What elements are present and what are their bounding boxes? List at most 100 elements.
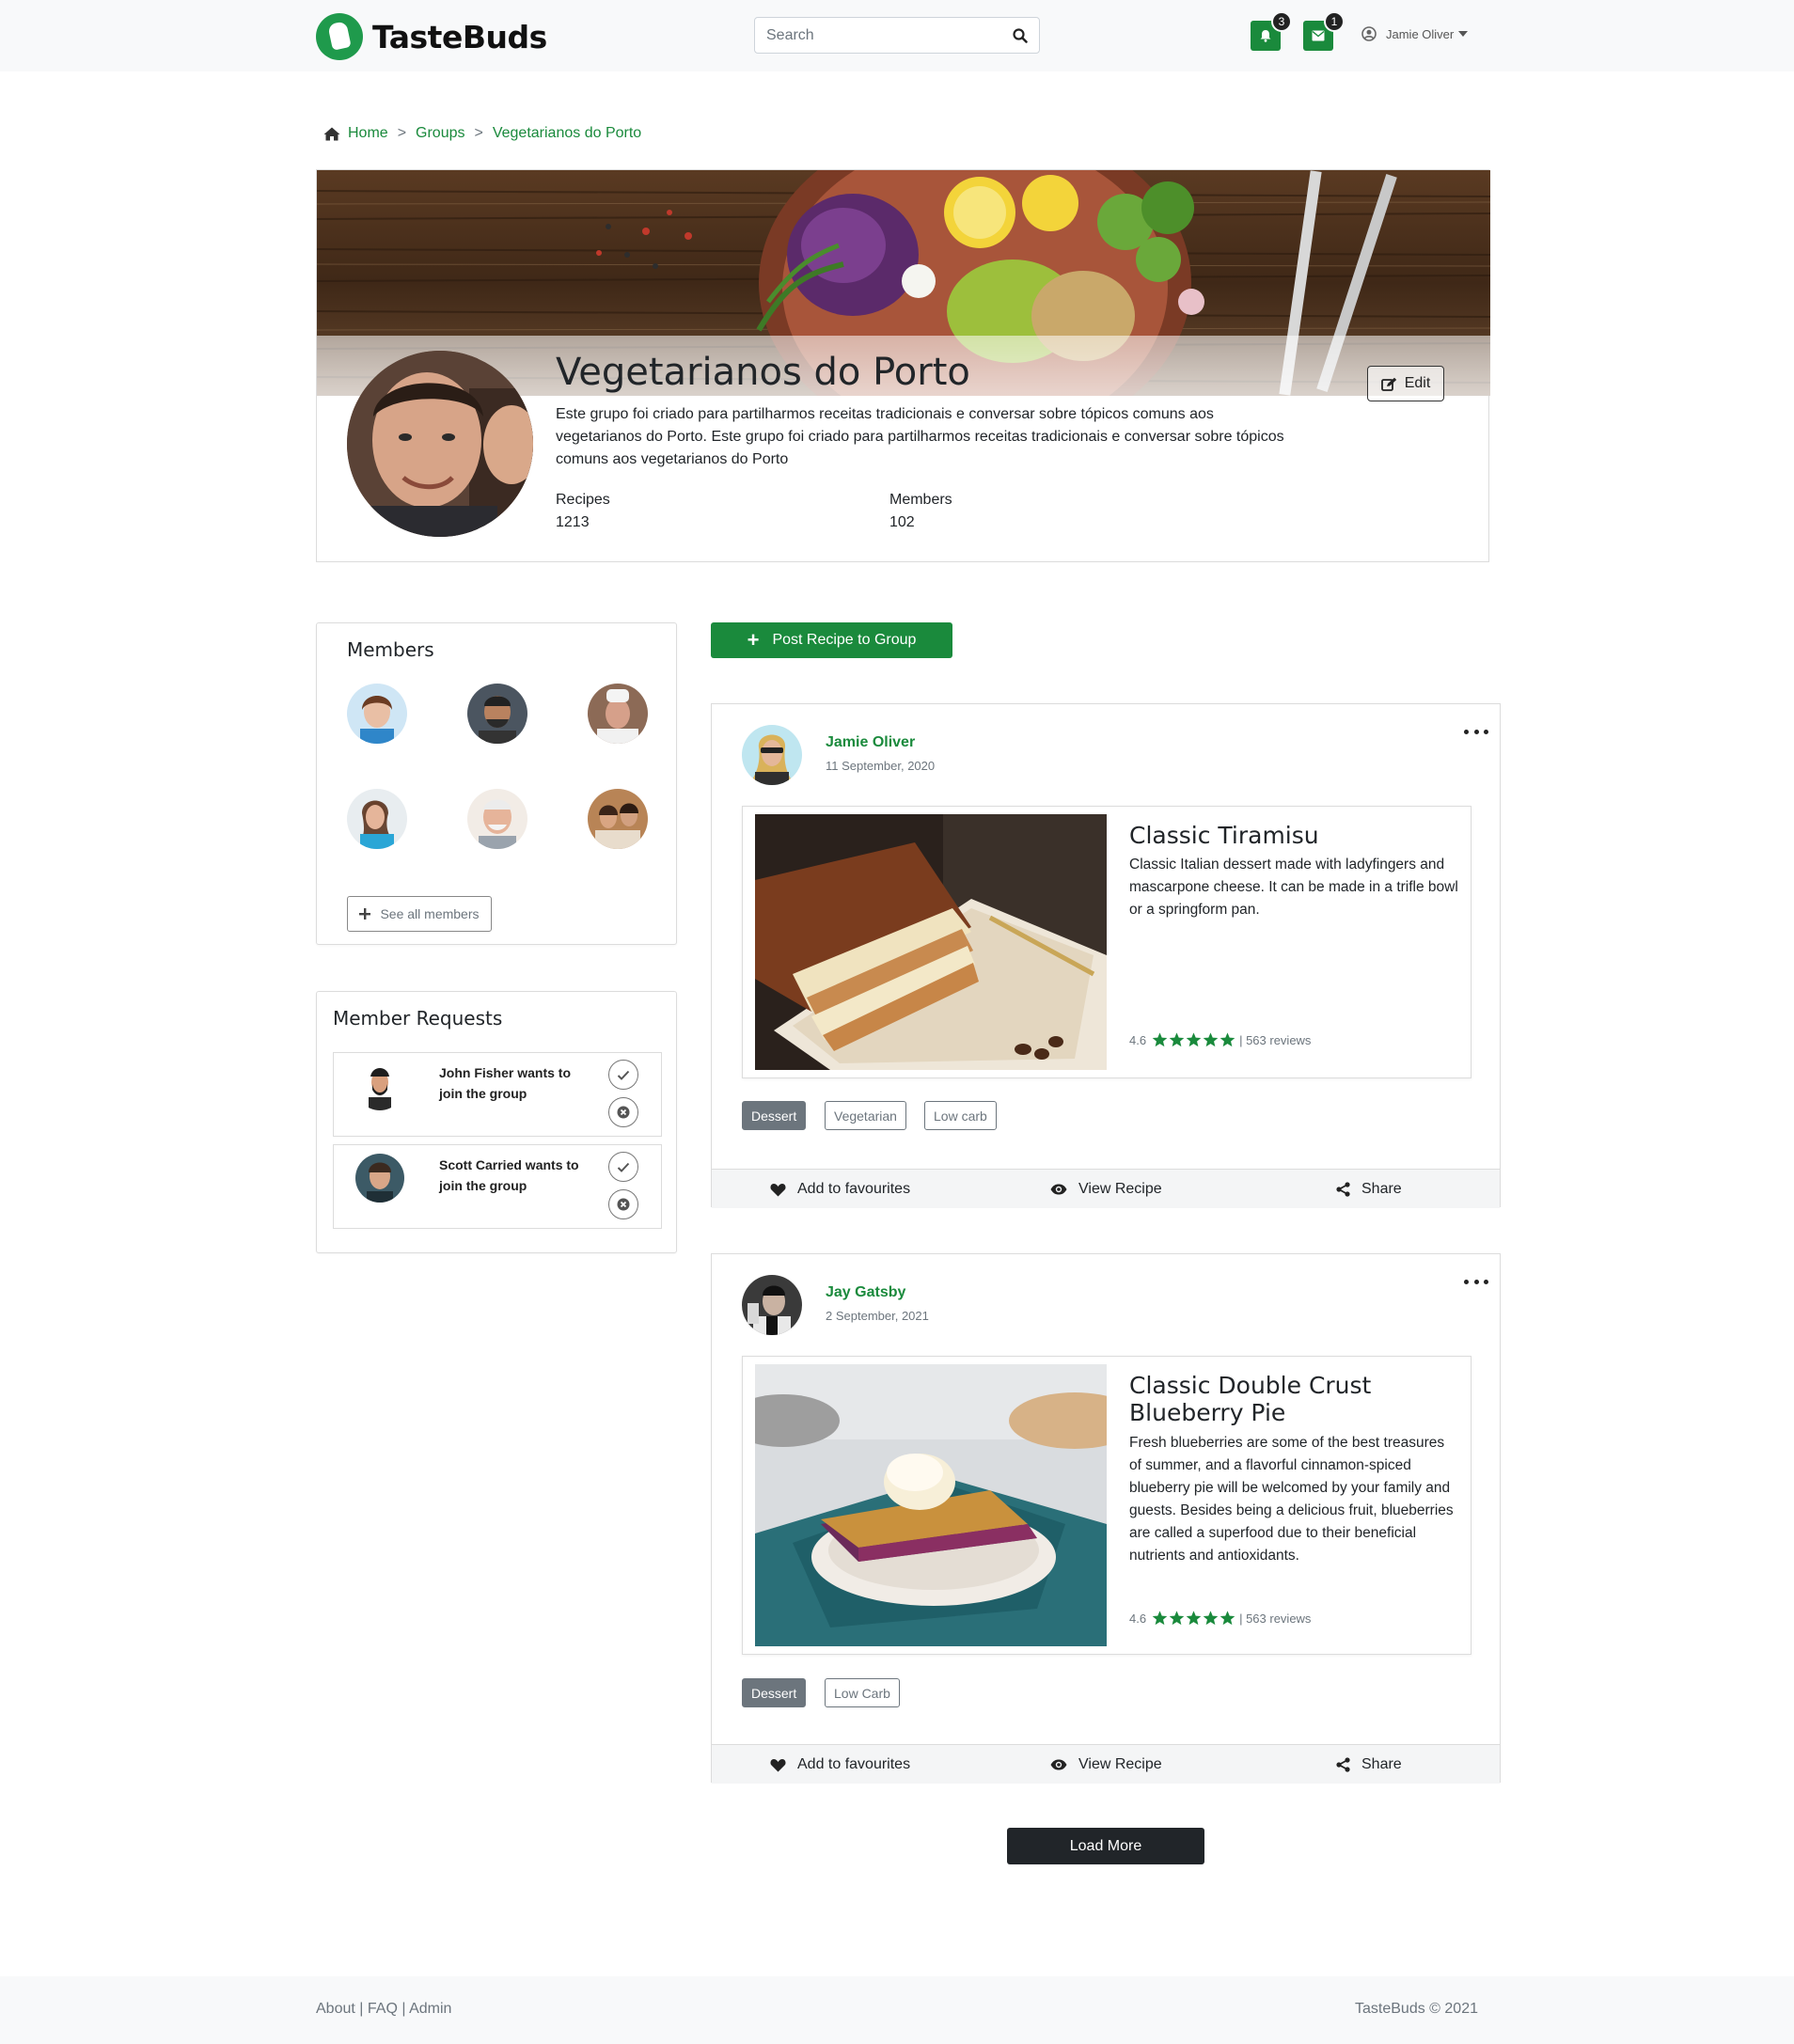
more-options-icon[interactable]: [1464, 1277, 1488, 1286]
member-avatar[interactable]: [588, 789, 648, 849]
eye-icon: [1050, 1759, 1067, 1770]
breadcrumb-home-link[interactable]: Home: [348, 125, 388, 142]
tag-low-carb[interactable]: Low Carb: [825, 1678, 900, 1707]
reject-request-button[interactable]: [608, 1189, 638, 1219]
recipe-image-blueberry-pie[interactable]: [755, 1364, 1107, 1646]
footer-divider: |: [359, 2001, 364, 2017]
share-button[interactable]: Share: [1336, 1170, 1402, 1209]
breadcrumb-groups-link[interactable]: Groups: [416, 125, 464, 142]
recipe-preview[interactable]: Classic Double Crust Blueberry Pie Fresh…: [742, 1356, 1471, 1655]
review-count: | 563 reviews: [1239, 1611, 1312, 1626]
edit-group-button[interactable]: Edit: [1367, 366, 1444, 401]
tag-low-carb[interactable]: Low carb: [924, 1101, 997, 1130]
accept-request-button[interactable]: [608, 1060, 638, 1090]
member-request-card: John Fisher wants to join the group: [333, 1052, 662, 1137]
request-message: John Fisher wants to join the group: [439, 1065, 572, 1101]
post-recipe-label: Post Recipe to Group: [772, 632, 917, 648]
add-to-favourites-button[interactable]: Add to favourites: [770, 1170, 910, 1209]
plus-icon: [359, 908, 371, 920]
recipe-title[interactable]: Classic Tiramisu: [1129, 822, 1458, 849]
chef-hat-logo-icon: [316, 13, 363, 60]
accept-request-button[interactable]: [608, 1152, 638, 1182]
member-avatar[interactable]: [588, 684, 648, 744]
group-title: Vegetarianos do Porto: [556, 351, 970, 394]
more-options-icon[interactable]: [1464, 727, 1488, 736]
star-icon: [1152, 1032, 1168, 1047]
post-recipe-button[interactable]: + Post Recipe to Group: [711, 622, 952, 658]
favourite-label: Add to favourites: [797, 1181, 911, 1197]
home-icon: [323, 127, 340, 140]
reject-request-button[interactable]: [608, 1097, 638, 1127]
tag-vegetarian[interactable]: Vegetarian: [825, 1101, 906, 1130]
member-avatar[interactable]: [347, 684, 407, 744]
view-recipe-button[interactable]: View Recipe: [1050, 1170, 1162, 1209]
author-name[interactable]: Jay Gatsby: [826, 1284, 905, 1301]
breadcrumb-current-link[interactable]: Vegetarianos do Porto: [493, 125, 641, 142]
share-label: Share: [1361, 1756, 1402, 1772]
heart-icon: [770, 1183, 786, 1196]
recipe-preview[interactable]: Classic Tiramisu Classic Italian dessert…: [742, 806, 1471, 1078]
recipe-title[interactable]: Classic Double Crust Blueberry Pie: [1129, 1372, 1458, 1426]
recipe-post-card: Jamie Oliver 11 September, 2020 Classic …: [711, 703, 1501, 1208]
user-menu[interactable]: Jamie Oliver: [1361, 26, 1469, 41]
plus-icon: +: [747, 628, 760, 652]
share-icon: [1336, 1757, 1350, 1772]
view-recipe-label: View Recipe: [1078, 1181, 1162, 1197]
star-icon: [1220, 1032, 1235, 1047]
star-rating: [1152, 1032, 1236, 1047]
member-avatar[interactable]: [467, 684, 527, 744]
notifications-button[interactable]: 3: [1251, 11, 1292, 51]
recipe-image-tiramisu[interactable]: [755, 814, 1107, 1070]
footer-copyright: TasteBuds © 2021: [1355, 2001, 1478, 2017]
user-name: Jamie Oliver: [1386, 26, 1455, 41]
recipe-post-card: Jay Gatsby 2 September, 2021 Classic Dou…: [711, 1253, 1501, 1785]
star-icon: [1169, 1032, 1185, 1047]
rating-value: 4.6: [1129, 1032, 1147, 1047]
breadcrumb-separator: >: [474, 125, 483, 141]
recipe-actions-bar: Add to favourites View Recipe Share: [712, 1169, 1500, 1208]
tag-dessert[interactable]: Dessert: [742, 1101, 807, 1130]
members-stat-value: 102: [889, 514, 915, 530]
edit-icon: [1380, 377, 1396, 391]
search-icon[interactable]: [1001, 18, 1039, 53]
star-icon: [1203, 1611, 1219, 1626]
share-button[interactable]: Share: [1336, 1745, 1402, 1785]
check-icon: [617, 1070, 630, 1080]
requester-avatar: [355, 1061, 404, 1110]
notifications-badge: 3: [1271, 11, 1292, 32]
footer-admin-link[interactable]: Admin: [409, 2001, 451, 2017]
footer-faq-link[interactable]: FAQ: [368, 2001, 398, 2017]
members-stat: Members 102: [889, 489, 952, 534]
footer-about-link[interactable]: About: [316, 2001, 355, 2017]
member-avatar[interactable]: [347, 789, 407, 849]
member-avatar[interactable]: [467, 789, 527, 849]
requester-avatar: [355, 1154, 404, 1203]
author-name[interactable]: Jamie Oliver: [826, 734, 915, 751]
see-all-members-button[interactable]: See all members: [347, 896, 492, 932]
recipe-rating: 4.6 | 563 reviews: [1129, 1032, 1311, 1047]
members-panel: Members See all members: [316, 622, 677, 945]
messages-button[interactable]: 1: [1303, 11, 1345, 51]
close-circle-icon: [617, 1106, 630, 1119]
recipes-stat-label: Recipes: [556, 492, 610, 508]
view-recipe-button[interactable]: View Recipe: [1050, 1745, 1162, 1785]
star-icon: [1203, 1032, 1219, 1047]
star-icon: [1186, 1032, 1202, 1047]
member-request-card: Scott Carried wants to join the group: [333, 1144, 662, 1229]
search-input[interactable]: [755, 18, 1001, 53]
member-requests-panel: Member Requests John Fisher wants to joi…: [316, 991, 677, 1253]
recipes-stat-value: 1213: [556, 514, 590, 530]
add-to-favourites-button[interactable]: Add to favourites: [770, 1745, 910, 1785]
brand-name: TasteBuds: [372, 18, 547, 55]
envelope-icon: [1312, 30, 1325, 41]
author-avatar[interactable]: [742, 725, 802, 785]
post-date: 2 September, 2021: [826, 1309, 929, 1323]
brand-logo[interactable]: TasteBuds: [316, 13, 547, 60]
recipe-description: Fresh blueberries are some of the best t…: [1129, 1435, 1454, 1564]
star-icon: [1186, 1611, 1202, 1626]
load-more-button[interactable]: Load More: [1007, 1828, 1204, 1864]
author-avatar[interactable]: [742, 1275, 802, 1335]
tag-dessert[interactable]: Dessert: [742, 1678, 807, 1707]
footer-divider: |: [401, 2001, 406, 2017]
share-label: Share: [1361, 1181, 1402, 1197]
